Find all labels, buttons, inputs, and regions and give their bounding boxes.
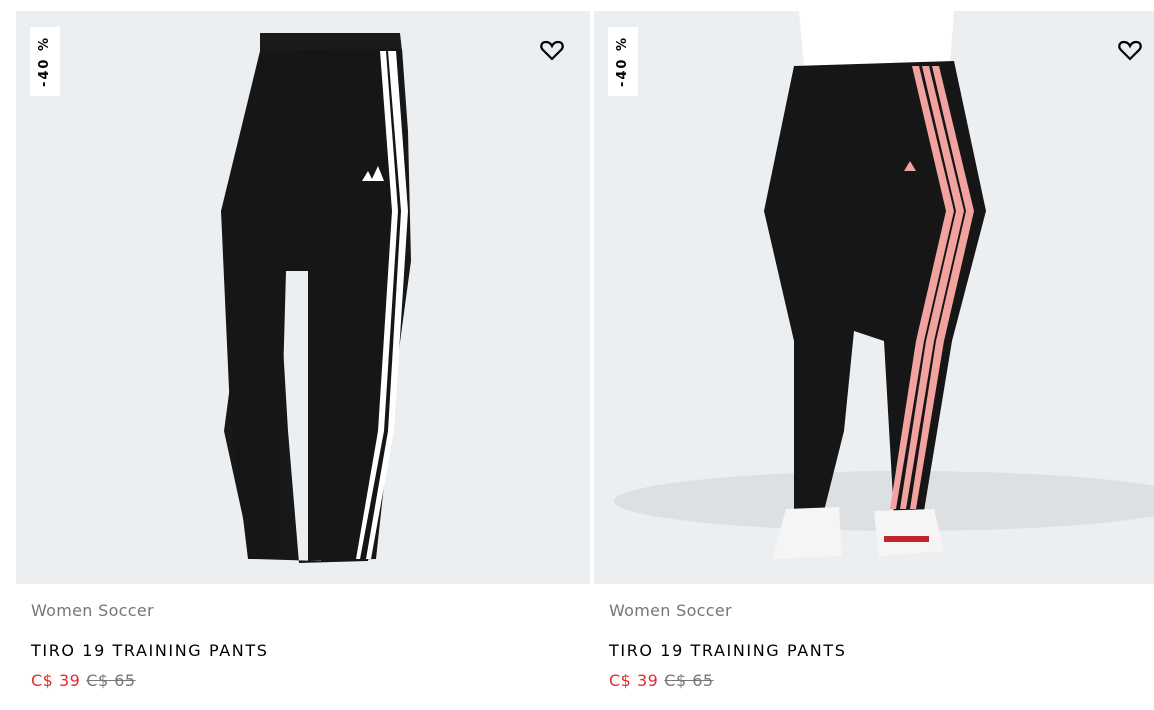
product-card[interactable]: -40 % Women Soccer TIRO 19 TRAINING PANT… [594,11,1154,691]
price-row: C$ 39 C$ 65 [31,671,575,691]
pants-model-icon [614,11,1154,559]
discount-badge: -40 % [608,27,638,96]
sale-price: C$ 39 [31,671,81,690]
sale-price: C$ 39 [609,671,659,690]
original-price: C$ 65 [664,671,714,690]
product-image[interactable]: -40 % [16,11,590,584]
pants-flat-icon [221,33,411,563]
price-row: C$ 39 C$ 65 [609,671,1139,691]
discount-badge: -40 % [30,27,60,96]
product-title[interactable]: TIRO 19 TRAINING PANTS [609,641,1139,661]
heart-icon[interactable] [1118,39,1142,61]
product-category: Women Soccer [609,601,732,620]
original-price: C$ 65 [86,671,136,690]
product-image[interactable]: -40 % [594,11,1154,584]
product-card[interactable]: -40 % Women Soccer TIRO 19 TRAINING PANT… [16,11,590,691]
product-category: Women Soccer [31,601,154,620]
product-title[interactable]: TIRO 19 TRAINING PANTS [31,641,575,661]
heart-icon[interactable] [540,39,564,61]
